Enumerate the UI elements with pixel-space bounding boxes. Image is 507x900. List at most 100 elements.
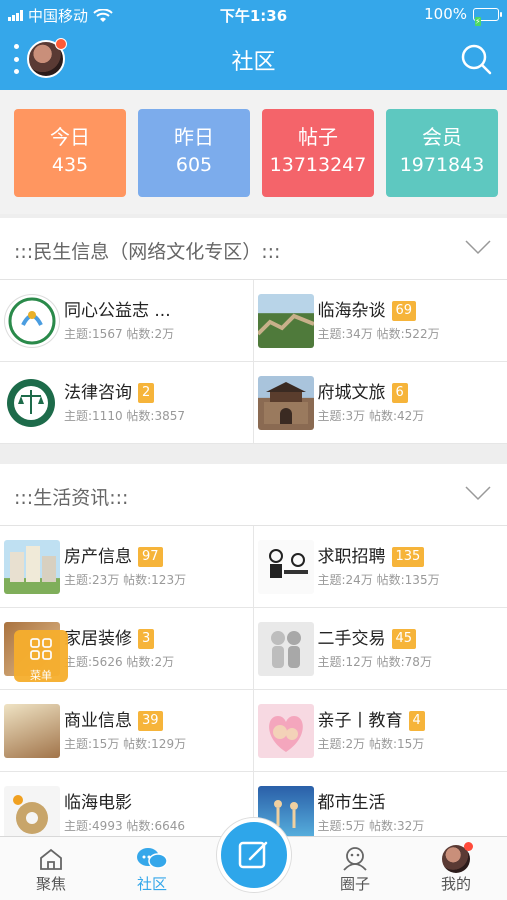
battery-percent: 100% (424, 5, 467, 23)
tab-focus[interactable]: 聚焦 (16, 845, 86, 894)
forum-meta: 主题:15万 帖数:129万 (64, 737, 187, 751)
coins-thumb (4, 704, 60, 758)
new-post-button[interactable] (217, 818, 291, 892)
floating-menu-label: 菜单 (30, 669, 52, 682)
city-gate-thumb (257, 376, 314, 430)
new-posts-badge: 97 (138, 547, 163, 567)
section-title: :::生活资讯::: (14, 487, 129, 509)
forum-name: 临海杂谈 (317, 301, 386, 321)
forum-meta: 主题:34万 帖数:522万 (317, 327, 440, 341)
tab-label: 圈子 (339, 875, 370, 893)
community-icon (137, 848, 168, 869)
home-icon (40, 848, 62, 870)
stat-value: 1971843 (399, 154, 485, 176)
tab-community[interactable]: 社区 (117, 845, 187, 894)
profile-avatar-icon (442, 842, 473, 873)
forum-item[interactable]: 房产信息 97 主题:23万 帖数:123万 (0, 526, 254, 608)
forum-grid: 同心公益志 ... 主题:1567 帖数:2万 临海杂谈 69 主题:34万 帖数… (0, 280, 507, 444)
mother-child-thumb (257, 704, 314, 758)
stat-label: 帖子 (298, 125, 338, 149)
new-posts-badge: 45 (391, 629, 417, 649)
stat-yesterday: 昨日 605 (138, 109, 250, 197)
chevron-down-icon[interactable] (465, 239, 491, 255)
forum-name: 法律咨询 (64, 383, 132, 403)
figures-thumb (257, 622, 314, 676)
new-posts-badge: 3 (138, 629, 155, 649)
section-livelihood: :::民生信息（网络文化专区）::: 同心公益志 ... 主题:1567 帖数:… (0, 218, 507, 444)
new-posts-badge: 69 (391, 301, 417, 321)
tab-circle[interactable]: 圈子 (320, 845, 390, 894)
tab-mine[interactable]: 我的 (421, 842, 491, 894)
stat-value: 605 (175, 154, 213, 176)
buildings-thumb (4, 540, 60, 594)
forum-meta: 主题:1110 帖数:3857 (64, 409, 185, 423)
great-wall-thumb (257, 294, 314, 348)
stat-value: 13713247 (269, 154, 367, 176)
forum-item[interactable]: 商业信息 39 主题:15万 帖数:129万 (0, 690, 254, 772)
forum-meta: 主题:2万 帖数:15万 (317, 737, 425, 751)
stat-label: 会员 (422, 125, 462, 149)
new-posts-badge: 135 (391, 547, 425, 567)
justice-seal-thumb (4, 376, 60, 430)
new-posts-badge: 4 (408, 711, 425, 731)
forum-name: 亲子丨教育 (317, 711, 403, 731)
forum-item[interactable]: 临海杂谈 69 主题:34万 帖数:522万 (253, 280, 507, 362)
forum-item[interactable]: 亲子丨教育 4 主题:2万 帖数:15万 (253, 690, 507, 772)
forum-meta: 主题:1567 帖数:2万 (64, 327, 175, 341)
forum-name: 临海电影 (64, 793, 132, 813)
tab-label: 聚焦 (35, 875, 66, 893)
forum-name: 房产信息 (64, 547, 132, 567)
stat-today: 今日 435 (14, 109, 126, 197)
edit-icon (238, 841, 268, 869)
forum-name: 家居装修 (64, 629, 132, 649)
section-life-info: :::生活资讯::: 房产信息 97 主题:23万 帖数:123万 求职招聘 135… (0, 464, 507, 854)
stat-label: 昨日 (174, 125, 214, 149)
section-header[interactable]: :::民生信息（网络文化专区）::: (0, 218, 507, 280)
section-header[interactable]: :::生活资讯::: (0, 464, 507, 526)
new-posts-badge: 6 (391, 383, 408, 403)
forum-item[interactable]: 府城文旅 6 主题:3万 帖数:42万 (253, 362, 507, 444)
forum-item[interactable]: 二手交易 45 主题:12万 帖数:78万 (253, 608, 507, 690)
stat-value: 435 (51, 154, 89, 176)
charity-logo-thumb (4, 294, 60, 348)
nav-bar: 社区 (0, 28, 507, 90)
forum-meta: 主题:12万 帖数:78万 (317, 655, 432, 669)
search-icon[interactable] (459, 42, 493, 76)
office-cartoon-thumb (257, 540, 314, 594)
forum-meta: 主题:24万 帖数:135万 (317, 573, 440, 587)
status-right: 100% ⚡ (424, 5, 502, 26)
new-posts-badge: 2 (138, 383, 155, 403)
film-reel-thumb (4, 786, 60, 840)
status-bar: 中国移动 下午1:36 100% ⚡ (0, 0, 507, 28)
new-posts-badge: 39 (138, 711, 163, 731)
forum-name: 求职招聘 (317, 547, 386, 567)
notification-dot (464, 842, 473, 851)
stats-panel: 今日 435 昨日 605 帖子 13713247 会员 1971843 (0, 90, 507, 214)
battery-icon: ⚡ (473, 7, 502, 26)
forum-name: 商业信息 (64, 711, 132, 731)
stat-posts: 帖子 13713247 (262, 109, 374, 197)
chevron-down-icon[interactable] (465, 485, 491, 501)
grid-menu-icon (30, 638, 52, 660)
forum-name: 同心公益志 ... (64, 301, 171, 321)
forum-item[interactable]: 求职招聘 135 主题:24万 帖数:135万 (253, 526, 507, 608)
page-title: 社区 (231, 50, 276, 75)
stat-members: 会员 1971843 (386, 109, 498, 197)
forum-meta: 主题:23万 帖数:123万 (64, 573, 187, 587)
forum-meta: 主题:3万 帖数:42万 (317, 409, 425, 423)
tab-label: 我的 (440, 875, 471, 893)
forum-name: 都市生活 (317, 793, 386, 813)
floating-menu-button[interactable]: 菜单 (14, 630, 68, 682)
circle-icon (343, 847, 367, 871)
forum-grid: 房产信息 97 主题:23万 帖数:123万 求职招聘 135 主题:24万 帖数:… (0, 526, 507, 854)
tab-label: 社区 (136, 875, 167, 893)
stat-label: 今日 (50, 125, 90, 149)
section-title: :::民生信息（网络文化专区）::: (14, 241, 281, 263)
forum-meta: 主题:4993 帖数:6646 (64, 819, 185, 833)
forum-meta: 主题:5626 帖数:2万 (64, 655, 175, 669)
forum-meta: 主题:5万 帖数:32万 (317, 819, 425, 833)
forum-name: 二手交易 (317, 629, 386, 649)
forum-name: 府城文旅 (317, 383, 386, 403)
forum-item[interactable]: 法律咨询 2 主题:1110 帖数:3857 (0, 362, 254, 444)
forum-item[interactable]: 同心公益志 ... 主题:1567 帖数:2万 (0, 280, 254, 362)
